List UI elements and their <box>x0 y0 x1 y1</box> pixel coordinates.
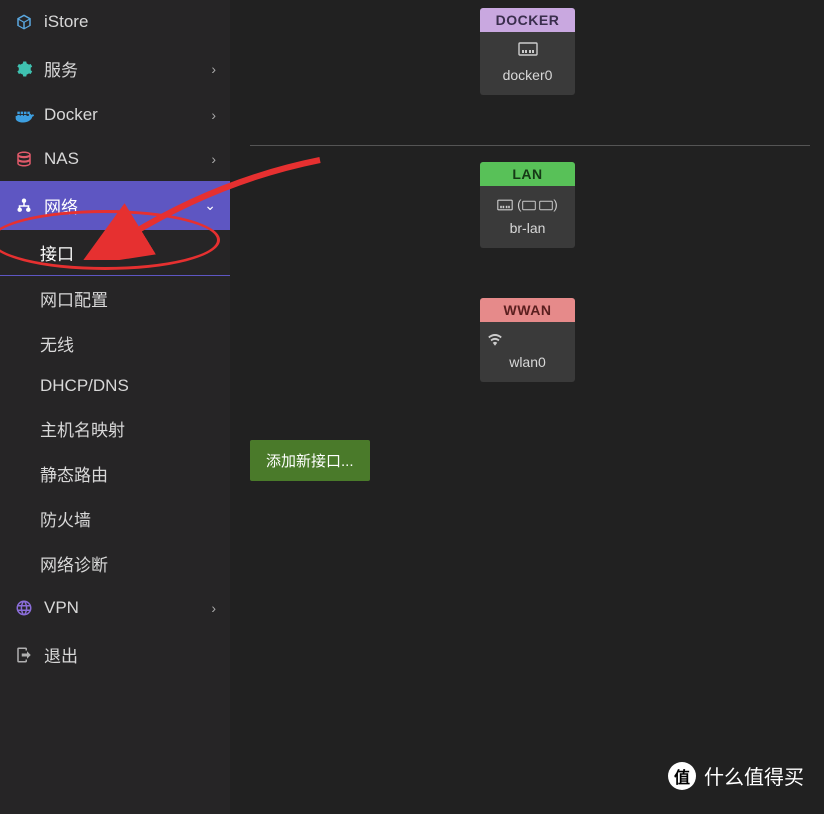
submenu-item-interfaces[interactable]: 接口 <box>0 230 230 276</box>
watermark: 值 什么值得买 <box>668 761 804 790</box>
sidebar-item-docker[interactable]: Docker › <box>0 93 230 137</box>
sidebar-item-nas[interactable]: NAS › <box>0 137 230 181</box>
interface-badge: DOCKER <box>480 8 575 32</box>
wifi-icon <box>486 332 569 346</box>
sidebar-item-istore[interactable]: iStore <box>0 0 230 44</box>
sidebar-item-label: Docker <box>44 105 211 125</box>
main-content: DOCKER docker0 LAN ( ) br-lan WWAN <box>230 0 824 814</box>
sidebar-item-network[interactable]: 网络 ⌄ <box>0 181 230 230</box>
interface-body: docker0 <box>480 32 575 95</box>
chevron-down-icon: ⌄ <box>204 197 216 214</box>
logout-icon <box>14 645 34 665</box>
sidebar-item-label: iStore <box>44 12 216 32</box>
database-icon <box>14 149 34 169</box>
interface-card-lan[interactable]: LAN ( ) br-lan <box>480 162 575 248</box>
sidebar: iStore 服务 › Docker › NAS › <box>0 0 230 814</box>
sidebar-item-label: 服务 <box>44 56 211 81</box>
submenu-item-port-config[interactable]: 网口配置 <box>0 276 230 321</box>
sidebar-item-label: NAS <box>44 149 211 169</box>
watermark-icon: 值 <box>668 762 696 790</box>
network-submenu: 接口 网口配置 无线 DHCP/DNS 主机名映射 静态路由 防火墙 网络诊断 <box>0 230 230 586</box>
sidebar-item-label: VPN <box>44 598 211 618</box>
submenu-item-dhcp-dns[interactable]: DHCP/DNS <box>0 366 230 406</box>
submenu-item-wireless[interactable]: 无线 <box>0 321 230 366</box>
watermark-text: 什么值得买 <box>704 761 804 790</box>
interface-name: wlan0 <box>486 354 569 370</box>
interface-card-wwan[interactable]: WWAN wlan0 <box>480 298 575 382</box>
interface-name: docker0 <box>486 67 569 83</box>
divider <box>250 145 810 146</box>
interface-card-docker[interactable]: DOCKER docker0 <box>480 8 575 95</box>
bridge-icon: ( ) <box>486 196 569 212</box>
chevron-right-icon: › <box>211 600 216 616</box>
ethernet-icon <box>486 42 569 59</box>
chevron-right-icon: › <box>211 61 216 77</box>
network-icon <box>14 196 34 216</box>
submenu-item-firewall[interactable]: 防火墙 <box>0 496 230 541</box>
sidebar-item-vpn[interactable]: VPN › <box>0 586 230 630</box>
sidebar-item-logout[interactable]: 退出 <box>0 630 230 679</box>
globe-icon <box>14 598 34 618</box>
sidebar-item-label: 退出 <box>44 642 216 667</box>
gears-icon <box>14 59 34 79</box>
interface-body: ( ) br-lan <box>480 186 575 248</box>
add-interface-button[interactable]: 添加新接口... <box>250 440 370 481</box>
interface-badge: WWAN <box>480 298 575 322</box>
docker-icon <box>14 105 34 125</box>
interface-name: br-lan <box>486 220 569 236</box>
submenu-item-diagnostics[interactable]: 网络诊断 <box>0 541 230 586</box>
chevron-right-icon: › <box>211 107 216 123</box>
interface-body: wlan0 <box>480 322 575 382</box>
chevron-right-icon: › <box>211 151 216 167</box>
cube-icon <box>14 12 34 32</box>
submenu-item-static-routes[interactable]: 静态路由 <box>0 451 230 496</box>
sidebar-item-label: 网络 <box>44 193 204 218</box>
submenu-item-hostnames[interactable]: 主机名映射 <box>0 406 230 451</box>
sidebar-item-services[interactable]: 服务 › <box>0 44 230 93</box>
interface-badge: LAN <box>480 162 575 186</box>
